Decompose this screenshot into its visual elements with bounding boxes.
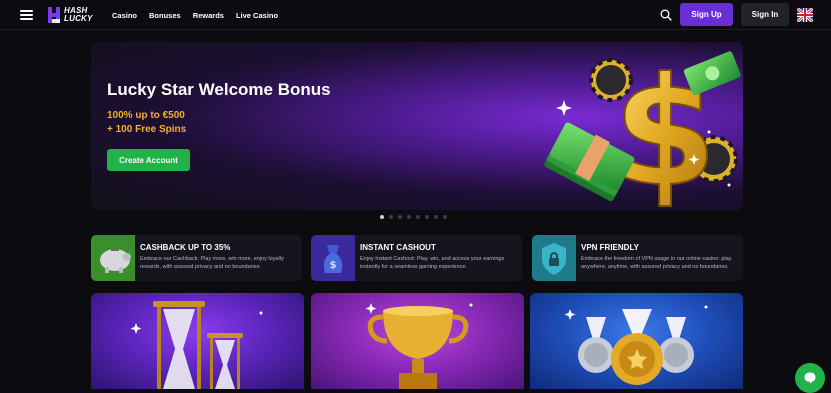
top-header: HASH LUCKY Casino Bonuses Rewards Live Ca… bbox=[0, 0, 831, 30]
money-bag-icon: $ bbox=[311, 235, 355, 281]
chat-icon bbox=[804, 372, 816, 384]
feature-title: CASHBACK UP TO 35% bbox=[140, 243, 231, 252]
feature-description: Embrace our Cashback: Play more, win mor… bbox=[140, 256, 284, 270]
carousel-dot[interactable] bbox=[434, 215, 438, 219]
sign-up-button[interactable]: Sign Up bbox=[680, 3, 733, 26]
carousel-dot[interactable] bbox=[443, 215, 447, 219]
nav-rewards[interactable]: Rewards bbox=[193, 11, 224, 20]
hourglass-illustration bbox=[130, 301, 263, 389]
feature-card-cashback[interactable]: CASHBACK UP TO 35% Embrace our Cashback:… bbox=[91, 235, 302, 281]
site-logo[interactable]: HASH LUCKY bbox=[46, 5, 93, 25]
feature-description: Enjoy Instant Cashout: Play, win, and ac… bbox=[360, 256, 505, 270]
hero-banner[interactable]: Lucky Star Welcome Bonus 100% up to €500… bbox=[91, 42, 743, 210]
hero-bonus-text: 100% up to €500 + 100 Free Spins bbox=[107, 109, 186, 137]
svg-text:$: $ bbox=[330, 260, 337, 271]
hero-title: Lucky Star Welcome Bonus bbox=[107, 80, 331, 99]
hero-bonus-line-1: 100% up to €500 bbox=[107, 110, 185, 121]
nav-casino[interactable]: Casino bbox=[112, 11, 137, 20]
uk-flag-icon[interactable] bbox=[797, 8, 813, 22]
nav-live-casino[interactable]: Live Casino bbox=[236, 11, 278, 20]
feature-description: Embrace the freedom of VPN usage in our … bbox=[581, 256, 732, 270]
medals-illustration bbox=[564, 305, 708, 385]
feature-title: VPN FRIENDLY bbox=[581, 243, 639, 252]
carousel-dots bbox=[380, 215, 447, 219]
nav-bonuses[interactable]: Bonuses bbox=[149, 11, 181, 20]
trophy-illustration bbox=[365, 303, 473, 389]
main-nav: Casino Bonuses Rewards Live Casino bbox=[112, 0, 278, 30]
carousel-dot[interactable] bbox=[398, 215, 402, 219]
piggy-bank-icon bbox=[91, 235, 135, 281]
feature-card-instant-cashout[interactable]: $ INSTANT CASHOUT Enjoy Instant Cashout:… bbox=[311, 235, 522, 281]
search-icon[interactable] bbox=[660, 9, 672, 21]
shield-lock-icon bbox=[532, 235, 576, 281]
carousel-dot[interactable] bbox=[380, 215, 384, 219]
sign-in-button[interactable]: Sign In bbox=[741, 3, 789, 26]
feature-title: INSTANT CASHOUT bbox=[360, 243, 436, 252]
logo-mark-icon bbox=[48, 7, 60, 23]
menu-icon[interactable] bbox=[20, 10, 33, 20]
promo-card-medals[interactable] bbox=[530, 293, 743, 389]
dollar-money-illustration: $ bbox=[544, 45, 741, 210]
carousel-dot[interactable] bbox=[416, 215, 420, 219]
carousel-dot[interactable] bbox=[425, 215, 429, 219]
hero-bonus-line-2: + 100 Free Spins bbox=[107, 124, 187, 135]
promo-card-trophy[interactable] bbox=[311, 293, 524, 389]
promo-card-hourglass[interactable] bbox=[91, 293, 304, 389]
logo-text: HASH LUCKY bbox=[64, 6, 93, 23]
feature-card-vpn-friendly[interactable]: VPN FRIENDLY Embrace the freedom of VPN … bbox=[532, 235, 743, 281]
carousel-dot[interactable] bbox=[407, 215, 411, 219]
carousel-dot[interactable] bbox=[389, 215, 393, 219]
create-account-button[interactable]: Create Account bbox=[107, 149, 190, 171]
